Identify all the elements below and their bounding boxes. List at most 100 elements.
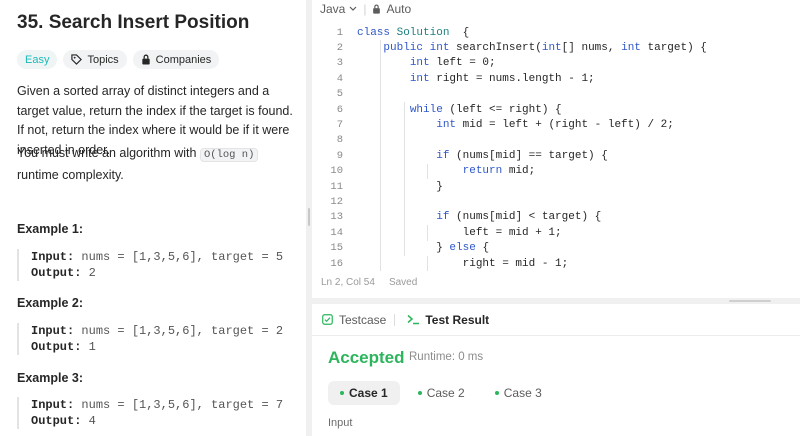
code-line[interactable]: 9 if (nums[mid] == target) { [312,148,800,163]
lock-icon [141,54,150,65]
case-tab[interactable]: Case 1 [328,381,400,405]
example-output: 1 [88,340,96,354]
code-area[interactable]: 1 class Solution {2 public int searchInse… [312,25,800,272]
autocomplete-toggle[interactable]: Auto [372,2,411,16]
chevron-down-icon [349,6,357,11]
code-line[interactable]: 7 int mid = left + (right - left) / 2; [312,117,800,132]
code-token: left = mid + 1; [357,226,562,239]
code-text: return mid; [357,165,536,178]
pass-dot-icon [417,391,422,395]
code-text: class Solution { [357,27,469,39]
code-line[interactable]: 4 int right = nums.length - 1; [312,71,800,86]
example-title: Example 3: [17,371,84,385]
case-label: Case 3 [503,386,542,400]
code-line[interactable]: 13 if (nums[mid] < target) { [312,210,800,225]
line-number: 12 [330,195,343,208]
complexity-suffix: runtime complexity. [17,167,124,182]
case-tab[interactable]: Case 3 [483,381,554,405]
example-output-label: Output: [31,340,82,354]
indent-guide [427,256,428,272]
code-line[interactable]: 11 } [312,179,800,194]
code-line[interactable]: 5 [312,87,800,102]
code-token: if [436,149,457,162]
line-number: 3 [336,57,343,70]
editor-status-bar: Ln 2, Col 54 Saved [321,277,417,288]
code-line[interactable]: 3 int left = 0; [312,56,800,71]
code-line[interactable]: 14 left = mid + 1; [312,225,800,240]
code-token: mid; [508,165,536,178]
example-output: 2 [88,266,96,280]
test-panel: Testcase Test Result Accepted Runtime: 0… [312,304,800,436]
example-input-label: Input: [31,250,75,264]
example-output: 4 [88,414,96,428]
code-text: while (left <= right) { [357,104,562,116]
language-select[interactable]: Java [320,2,357,16]
code-token: { [449,26,470,39]
code-token: right = nums.length - 1; [436,72,595,85]
code-token: (nums[mid] == target) { [456,149,608,162]
code-token: int [436,119,463,132]
tag-icon [71,54,83,65]
tab-divider [394,313,396,326]
code-token: [] nums, [561,42,622,55]
editor-toolbar: Java | Auto [312,0,800,18]
code-line[interactable]: 2 public int searchInsert(int[] nums, in… [312,40,800,55]
splitter-grip-icon[interactable] [729,300,771,302]
pass-dot-icon [494,391,499,395]
terminal-icon [407,314,420,325]
line-number: 11 [330,180,343,193]
difficulty-label: Easy [25,53,50,66]
line-number: 10 [330,165,343,178]
tab-test-result[interactable]: Test Result [407,313,489,327]
checkbox-icon [322,314,333,325]
code-line[interactable]: 15 } else { [312,240,800,255]
example-block: Input: nums = [1,3,5,6], target = 5 Outp… [17,249,297,281]
case-label: Case 1 [349,386,388,400]
splitter-grip-icon[interactable] [308,208,310,226]
line-number: 16 [330,257,343,270]
mode-label: Auto [386,2,412,16]
code-token: Solution [396,26,450,39]
companies-button[interactable]: Companies [132,50,220,69]
code-token: { [482,242,490,255]
code-token: class [357,26,397,39]
code-token: return [462,165,509,178]
difficulty-badge[interactable]: Easy [17,50,58,69]
code-token: int [409,72,437,85]
runtime-text: Runtime: 0 ms [409,351,484,363]
toolbar-divider: | [363,2,367,16]
code-line[interactable]: 8 [312,133,800,148]
code-token: (left <= right) { [449,103,562,116]
line-number: 13 [330,211,343,224]
tab-testcase[interactable]: Testcase [322,313,386,327]
code-line[interactable]: 12 [312,194,800,209]
code-editor-panel: Java | Auto 1 class Solution {2 public in… [312,0,800,298]
code-text: int left = 0; [357,57,496,69]
topics-button[interactable]: Topics [63,50,127,69]
code-line[interactable]: 6 while (left <= right) { [312,102,800,117]
code-token: int [409,57,437,70]
code-line[interactable]: 1 class Solution { [312,25,800,40]
indent-guide [404,102,405,256]
code-token: searchInsert( [456,42,542,55]
example-title: Example 1: [17,222,84,236]
example-input: nums = [1,3,5,6], target = 7 [81,398,284,412]
code-token: int [541,42,562,55]
example-input-label: Input: [31,398,75,412]
code-token: mid = left + (right - left) / 2; [462,119,674,132]
code-text: right = mid - 1; [357,257,569,270]
code-token: (nums[mid] < target) { [456,211,602,224]
save-status: Saved [388,277,418,288]
example-block: Input: nums = [1,3,5,6], target = 2 Outp… [17,323,297,355]
code-line[interactable]: 16 right = mid - 1; [312,256,800,271]
code-token: right = mid - 1; [357,257,569,270]
case-tabs: Case 1 Case 2 Case 3 [328,381,554,405]
code-line[interactable]: 10 return mid; [312,164,800,179]
cursor-position: Ln 2, Col 54 [321,277,375,288]
case-tab[interactable]: Case 2 [406,381,477,405]
input-label: Input [328,417,353,429]
